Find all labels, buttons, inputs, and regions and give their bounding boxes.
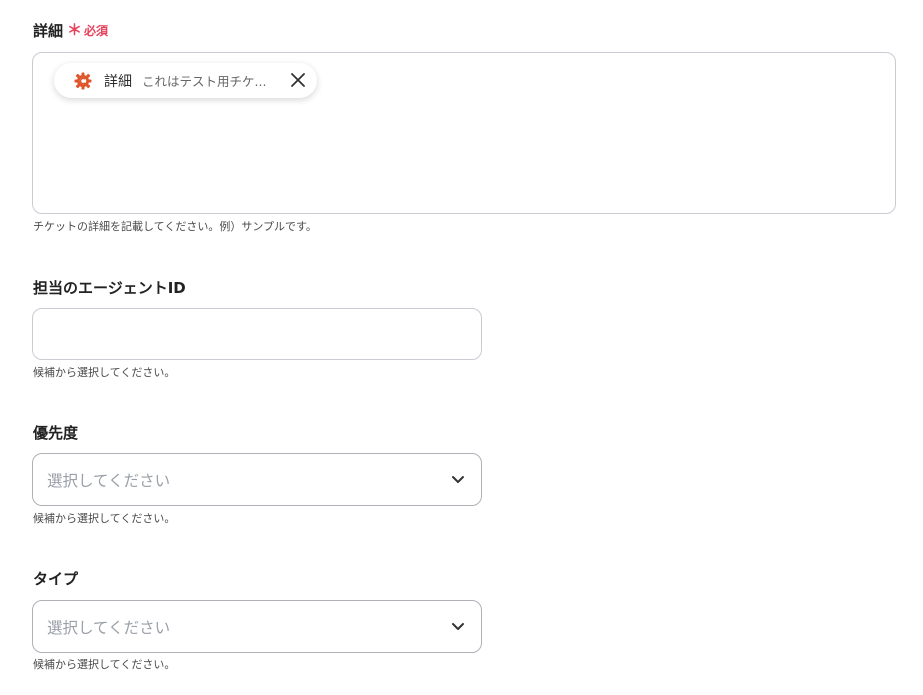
chevron-down-icon [452,476,464,483]
priority-help: 候補から選択してください。 [33,512,176,525]
agent-label: 担当のエージェントID [33,279,186,297]
agent-id-input[interactable] [32,308,482,360]
priority-select[interactable]: 選択してください [32,453,482,506]
gear-logo-icon [74,72,92,90]
required-asterisk: ＊ [67,21,83,39]
type-help: 候補から選択してください。 [33,658,176,671]
type-placeholder: 選択してください [47,618,171,637]
agent-help: 候補から選択してください。 [33,366,176,379]
priority-label: 優先度 [33,424,79,442]
detail-textarea[interactable]: 詳細 これはテスト用チケ... [32,52,896,214]
close-icon[interactable] [289,71,307,89]
type-label: タイプ [33,570,79,588]
detail-label-row: 詳細 ＊ 必須 [33,20,108,41]
detail-label: 詳細 [33,22,64,40]
ticket-form: 詳細 ＊ 必須 詳細 これはテスト用チケ... チケットの詳細を記載してください… [0,0,923,695]
chevron-down-icon [452,623,464,630]
chip-label: 詳細 [104,73,132,90]
detail-variable-chip[interactable]: 詳細 これはテスト用チケ... [54,63,317,98]
priority-placeholder: 選択してください [47,471,171,490]
detail-help: チケットの詳細を記載してください。例）サンプルです。 [33,220,317,233]
type-select[interactable]: 選択してください [32,600,482,653]
required-text: 必須 [84,24,109,38]
required-indicator: ＊ 必須 [67,22,108,39]
chip-value: これはテスト用チケ... [142,74,267,89]
